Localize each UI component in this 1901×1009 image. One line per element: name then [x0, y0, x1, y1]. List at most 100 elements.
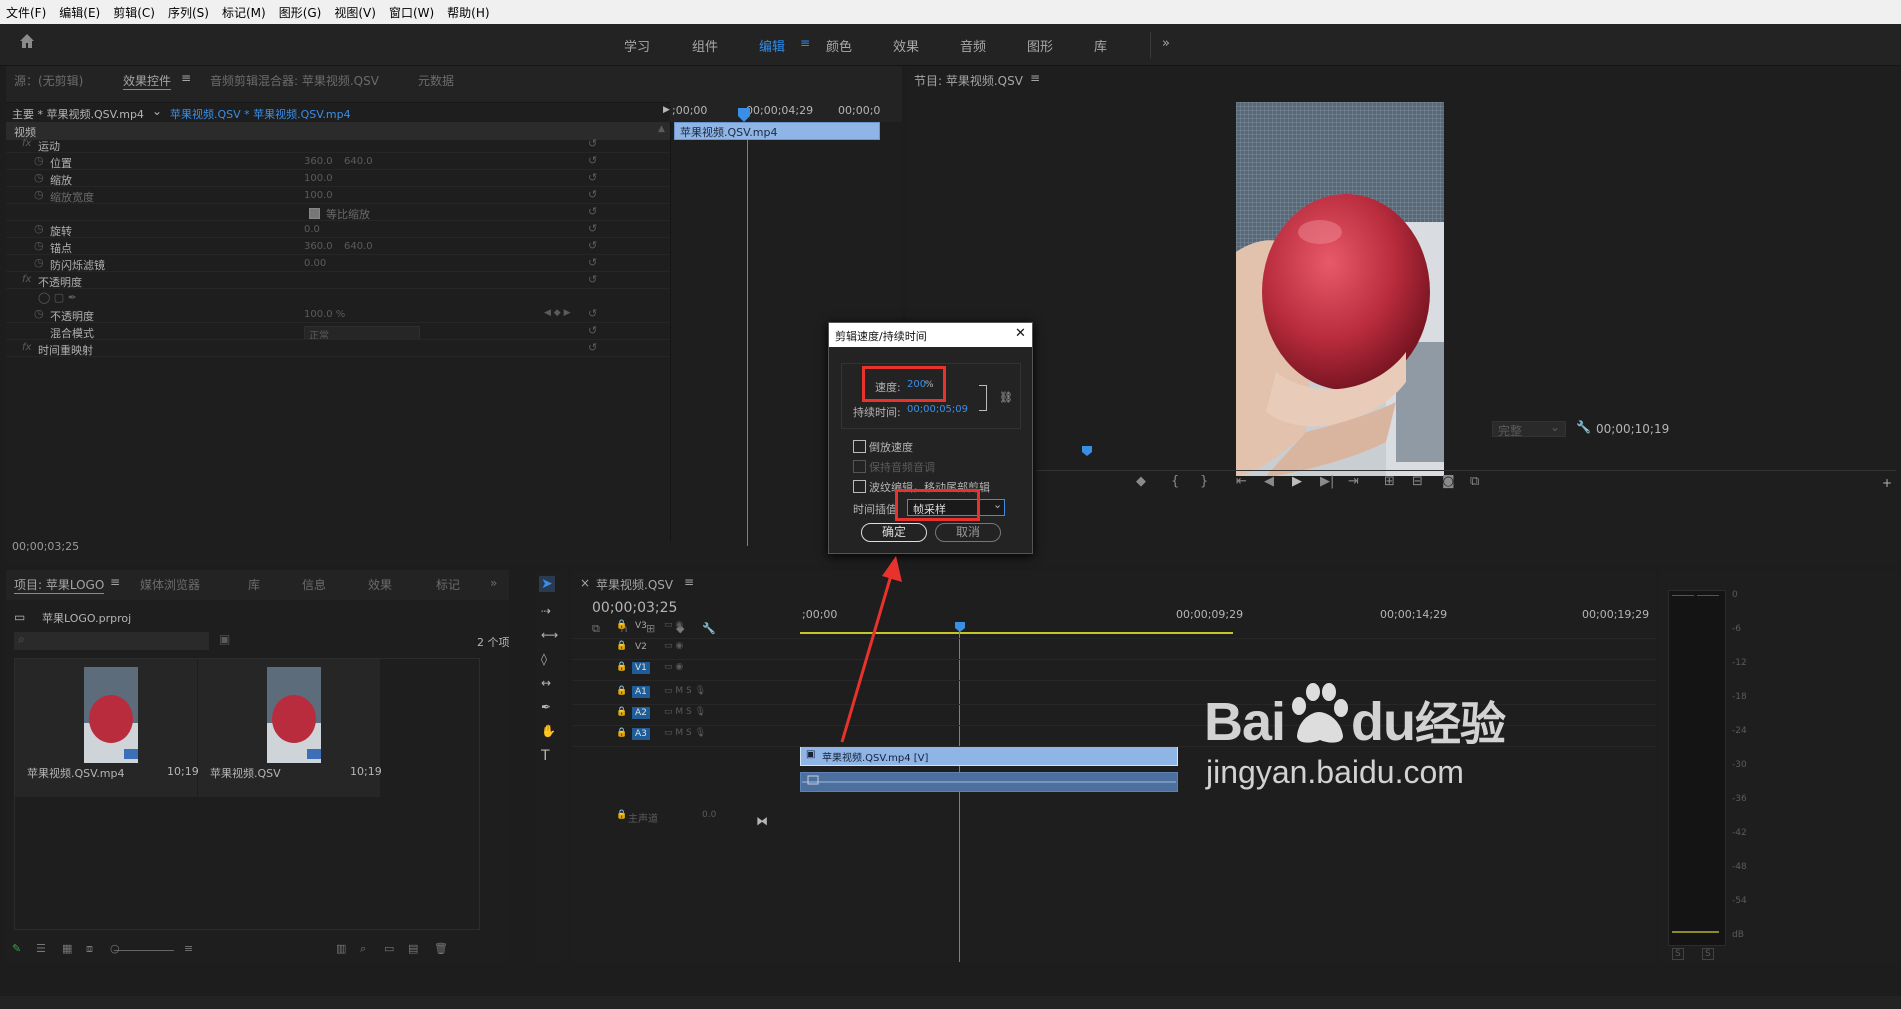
home-icon[interactable] — [18, 32, 36, 50]
list-view-icon[interactable]: ☰ — [36, 942, 46, 955]
cancel-button[interactable]: 取消 — [935, 523, 1001, 542]
menu-file[interactable]: 文件(F) — [6, 4, 46, 21]
tab-audio-clip-mixer[interactable]: 音频剪辑混合器: 苹果视频.QSV — [210, 72, 379, 89]
program-scrubber[interactable] — [906, 440, 1901, 454]
keyframe-navigator-icon[interactable]: ◀ ◆ ▶ — [544, 308, 571, 318]
tab-metadata[interactable]: 元数据 — [418, 72, 454, 89]
tab-color[interactable]: 颜色 — [826, 36, 852, 55]
tab-assembly[interactable]: 组件 — [692, 36, 718, 55]
effect-row-value[interactable]: 0.00 — [304, 258, 326, 269]
effect-row-value[interactable]: 360.0 — [304, 156, 333, 167]
stopwatch-icon[interactable]: ◷ — [34, 171, 44, 184]
effect-row-value[interactable]: 360.0 — [304, 241, 333, 252]
find-icon[interactable]: ⌕ — [360, 942, 366, 956]
tab-menu-icon[interactable]: ≡ — [684, 575, 694, 589]
track-mute-solo-icon[interactable]: ▭ M S 🎙 — [664, 728, 706, 738]
collapse-up-icon[interactable]: ▲ — [658, 124, 665, 134]
track-label[interactable]: V3 — [632, 620, 650, 632]
track-mute-solo-icon[interactable]: ▭ M S 🎙 — [664, 686, 706, 696]
more-workspaces-icon[interactable]: » — [1162, 36, 1170, 51]
play-icon[interactable]: ▶ — [1292, 474, 1302, 489]
stopwatch-icon[interactable]: ◷ — [34, 222, 44, 235]
tab-sequence[interactable]: 苹果视频.QSV — [596, 576, 673, 593]
wrench-icon[interactable]: 🔧 — [1576, 420, 1591, 434]
tab-learn[interactable]: 学习 — [624, 36, 650, 55]
reset-icon[interactable]: ↺ — [588, 205, 597, 218]
go-to-out-icon[interactable]: ⇥ — [1348, 474, 1359, 489]
duration-value[interactable]: 00;00;05;09 — [907, 404, 968, 415]
tab-effect-controls[interactable]: 效果控件 — [123, 72, 172, 90]
icon-view-icon[interactable]: ▦ — [62, 942, 72, 955]
stopwatch-icon[interactable]: ◷ — [34, 154, 44, 167]
menu-edit[interactable]: 编辑(E) — [59, 4, 100, 21]
keep-pitch-checkbox[interactable] — [853, 460, 866, 473]
reset-icon[interactable]: ↺ — [588, 273, 597, 286]
track-lock-icon[interactable]: 🔒 — [616, 686, 627, 696]
stopwatch-icon[interactable]: ◷ — [34, 307, 44, 320]
tab-graphics[interactable]: 图形 — [1027, 36, 1053, 55]
play-only-icon[interactable]: ▶ — [663, 105, 670, 115]
new-bin-from-search-icon[interactable]: ▣ — [219, 632, 230, 646]
reverse-speed-checkbox[interactable] — [853, 440, 866, 453]
tab-libraries[interactable]: 库 — [1094, 36, 1107, 55]
tab-info[interactable]: 信息 — [302, 576, 326, 593]
menu-window[interactable]: 窗口(W) — [389, 4, 434, 21]
new-item-icon[interactable]: ▤ — [408, 942, 418, 955]
razor-tool-icon[interactable]: ◊ — [541, 652, 547, 666]
track-label[interactable]: A3 — [632, 728, 650, 740]
fx-badge-icon[interactable]: fx — [22, 138, 31, 149]
write-protect-icon[interactable]: ✎ — [12, 942, 21, 955]
track-visibility-icon[interactable]: ▭ ◉ — [664, 620, 683, 630]
reset-icon[interactable]: ↺ — [588, 137, 597, 150]
tab-markers[interactable]: 标记 — [436, 576, 460, 593]
track-visibility-icon[interactable]: ▭ ◉ — [664, 662, 683, 672]
tab-libraries[interactable]: 库 — [248, 576, 260, 593]
dialog-close-icon[interactable]: ✕ — [1015, 326, 1026, 341]
more-tabs-icon[interactable]: » — [490, 576, 497, 590]
trash-icon[interactable]: 🗑 — [434, 942, 448, 955]
program-timecode[interactable]: 00;00;10;19 — [1596, 422, 1669, 436]
project-item[interactable]: 苹果视频.QSV.mp4 10;19 — [15, 659, 199, 797]
tab-menu-icon[interactable]: ≡ — [110, 575, 120, 589]
track-label[interactable]: A2 — [632, 707, 650, 719]
menu-sequence[interactable]: 序列(S) — [168, 4, 209, 21]
mask-tools-icon[interactable]: ◯ ▢ ✒ — [38, 291, 77, 304]
lift-icon[interactable]: ⊞ — [1384, 474, 1395, 489]
reset-icon[interactable]: ↺ — [588, 188, 597, 201]
track-lock-icon[interactable]: 🔒 — [616, 620, 627, 630]
track-label[interactable]: V2 — [632, 641, 650, 653]
reset-icon[interactable]: ↺ — [588, 154, 597, 167]
effect-row-value[interactable]: 100.0 — [304, 173, 333, 184]
chevron-down-icon[interactable]: ⌄ — [993, 498, 1002, 511]
solo-left-button[interactable]: S — [1672, 948, 1684, 960]
tab-menu-icon[interactable]: ≡ — [181, 71, 191, 85]
reset-icon[interactable]: ↺ — [588, 171, 597, 184]
go-to-in-icon[interactable]: ⇤ — [1236, 474, 1247, 489]
tab-editing[interactable]: 编辑 — [759, 36, 785, 55]
menu-marker[interactable]: 标记(M) — [222, 4, 266, 21]
type-tool-icon[interactable]: T — [541, 748, 550, 764]
effect-row-value[interactable]: 640.0 — [344, 156, 373, 167]
program-monitor-title[interactable]: 节目: 苹果视频.QSV — [914, 72, 1023, 89]
track-mute-solo-icon[interactable]: ▭ M S 🎙 — [664, 707, 706, 717]
extract-icon[interactable]: ⊟ — [1412, 474, 1423, 489]
reset-icon[interactable]: ↺ — [588, 222, 597, 235]
project-search-input[interactable] — [14, 632, 209, 650]
chevron-down-icon[interactable]: ⌄ — [152, 104, 162, 118]
tab-effects[interactable]: 效果 — [893, 36, 919, 55]
sequence-clip-label[interactable]: 苹果视频.QSV * 苹果视频.QSV.mp4 — [170, 106, 351, 122]
track-label[interactable]: V1 — [632, 662, 650, 674]
mark-in-icon[interactable]: { — [1171, 474, 1179, 489]
stopwatch-icon[interactable]: ◷ — [34, 256, 44, 269]
effect-controls-timecode[interactable]: 00;00;03;25 — [12, 540, 79, 553]
zoom-slider[interactable] — [114, 950, 174, 951]
reset-icon[interactable]: ↺ — [588, 341, 597, 354]
chevron-down-icon[interactable]: ⌄ — [1550, 420, 1560, 434]
playhead-icon[interactable] — [1082, 446, 1092, 456]
new-bin-icon[interactable]: ▭ — [384, 942, 394, 955]
reset-icon[interactable]: ↺ — [588, 239, 597, 252]
track-lock-icon[interactable]: 🔒 — [616, 641, 627, 651]
step-back-icon[interactable]: ◀ — [1264, 474, 1274, 489]
tab-media-browser[interactable]: 媒体浏览器 — [140, 576, 200, 593]
reset-icon[interactable]: ↺ — [588, 256, 597, 269]
